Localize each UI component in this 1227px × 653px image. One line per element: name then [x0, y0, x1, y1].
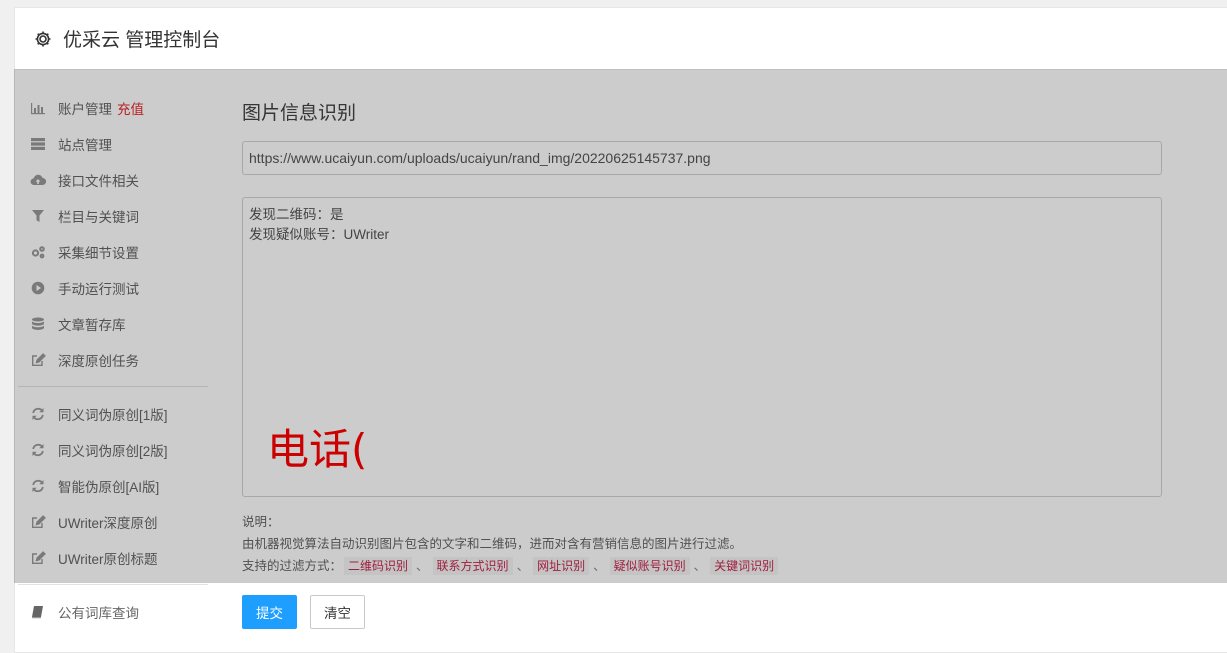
sidebar-item-label: 接口文件相关: [58, 174, 139, 189]
sidebar-item-label: 同义词伪原创[1版]: [58, 408, 168, 423]
sidebar-item-label: 账户管理: [58, 102, 112, 117]
filter-separator: 、: [516, 559, 530, 573]
sidebar-item-synonym-v2[interactable]: 同义词伪原创[2版]: [18, 432, 208, 468]
sidebar-item-uwriter-deep[interactable]: UWriter深度原创: [18, 504, 208, 540]
filter-tag: 关键词识别: [710, 557, 779, 575]
filter-tag: 网址识别: [533, 557, 590, 575]
refresh-icon: [30, 442, 46, 458]
server-icon: [30, 136, 46, 152]
filter-tag: 疑似账号识别: [609, 557, 690, 575]
bar-chart-icon: [30, 100, 46, 116]
result-textarea[interactable]: 发现二维码：是 发现疑似账号：UWriter 电话(: [242, 197, 1162, 497]
sidebar-item-label: 手动运行测试: [58, 282, 139, 297]
page-header-title: 优采云 管理控制台: [63, 30, 221, 51]
sidebar-item-label: UWriter原创标题: [58, 552, 158, 567]
sidebar-item-deep-original[interactable]: 深度原创任务: [18, 342, 208, 378]
sidebar: 账户管理 充值 站点管理 接口文件相关 栏目与关键词 采集细节设置 手动运行测试…: [18, 90, 208, 630]
refresh-icon: [30, 406, 46, 422]
sidebar-item-synonym-v1[interactable]: 同义词伪原创[1版]: [18, 396, 208, 432]
action-buttons: 提交 清空: [242, 595, 365, 629]
edit-icon: [30, 352, 46, 368]
sidebar-item-uwriter-title[interactable]: UWriter原创标题: [18, 540, 208, 576]
refresh-icon: [30, 478, 46, 494]
sidebar-item-label: 栏目与关键词: [58, 210, 139, 225]
submit-button[interactable]: 提交: [242, 595, 297, 629]
description-heading: 说明：: [242, 515, 280, 529]
sidebar-item-label: 智能伪原创[AI版]: [58, 480, 160, 495]
sidebar-item-ai-rewrite[interactable]: 智能伪原创[AI版]: [18, 468, 208, 504]
sidebar-divider: [18, 386, 208, 387]
description: 说明： 由机器视觉算法自动识别图片包含的文字和二维码，进而对含有营销信息的图片进…: [242, 511, 1162, 577]
result-line: 发现二维码：是: [249, 207, 344, 222]
description-text: 由机器视觉算法自动识别图片包含的文字和二维码，进而对含有营销信息的图片进行过滤。: [242, 537, 743, 551]
filter-methods: 支持的过滤方式： 二维码识别、联系方式识别、网址识别、疑似账号识别、关键词识别: [242, 555, 1162, 577]
sidebar-item-sites[interactable]: 站点管理: [18, 126, 208, 162]
sidebar-item-interface-files[interactable]: 接口文件相关: [18, 162, 208, 198]
filter-separator: 、: [416, 559, 429, 573]
sidebar-divider: [18, 584, 208, 585]
clear-button[interactable]: 清空: [310, 595, 365, 629]
sidebar-item-label: 站点管理: [58, 138, 112, 153]
recharge-link[interactable]: 充值: [117, 98, 144, 118]
filter-icon: [30, 208, 46, 224]
result-line: 发现疑似账号：UWriter: [249, 227, 389, 242]
image-url-input[interactable]: https://www.ucaiyun.com/uploads/ucaiyun/…: [242, 141, 1162, 175]
sidebar-item-label: 深度原创任务: [58, 354, 139, 369]
cloud-upload-icon: [30, 172, 46, 188]
header: 优采云 管理控制台: [15, 8, 1227, 70]
sidebar-item-columns-keywords[interactable]: 栏目与关键词: [18, 198, 208, 234]
sidebar-item-label: UWriter深度原创: [58, 516, 158, 531]
sidebar-item-label: 公有词库查询: [58, 606, 139, 621]
sidebar-item-account[interactable]: 账户管理 充值: [18, 90, 208, 126]
sidebar-item-article-storage[interactable]: 文章暂存库: [18, 306, 208, 342]
sidebar-item-label: 文章暂存库: [58, 318, 126, 333]
filter-separator: 、: [693, 559, 707, 573]
filter-methods-label: 支持的过滤方式：: [242, 559, 343, 573]
filter-tag: 联系方式识别: [432, 557, 513, 575]
filter-tag: 二维码识别: [344, 557, 413, 575]
filter-separator: 、: [593, 559, 606, 573]
page-title: 图片信息识别: [242, 103, 357, 124]
edit-icon: [30, 514, 46, 530]
sidebar-item-manual-test[interactable]: 手动运行测试: [18, 270, 208, 306]
gear-icon: [33, 29, 53, 49]
sidebar-item-collect-settings[interactable]: 采集细节设置: [18, 234, 208, 270]
database-icon: [30, 316, 46, 332]
edit-icon: [30, 550, 46, 566]
gears-icon: [30, 244, 46, 260]
play-circle-icon: [30, 280, 46, 296]
sidebar-item-label: 同义词伪原创[2版]: [58, 444, 168, 459]
main-content: 图片信息识别 https://www.ucaiyun.com/uploads/u…: [242, 98, 1162, 577]
sidebar-item-public-lexicon[interactable]: 公有词库查询: [18, 594, 208, 630]
red-overlay-text: 电话(: [267, 425, 368, 474]
book-icon: [30, 604, 46, 620]
sidebar-item-label: 采集细节设置: [58, 246, 139, 261]
